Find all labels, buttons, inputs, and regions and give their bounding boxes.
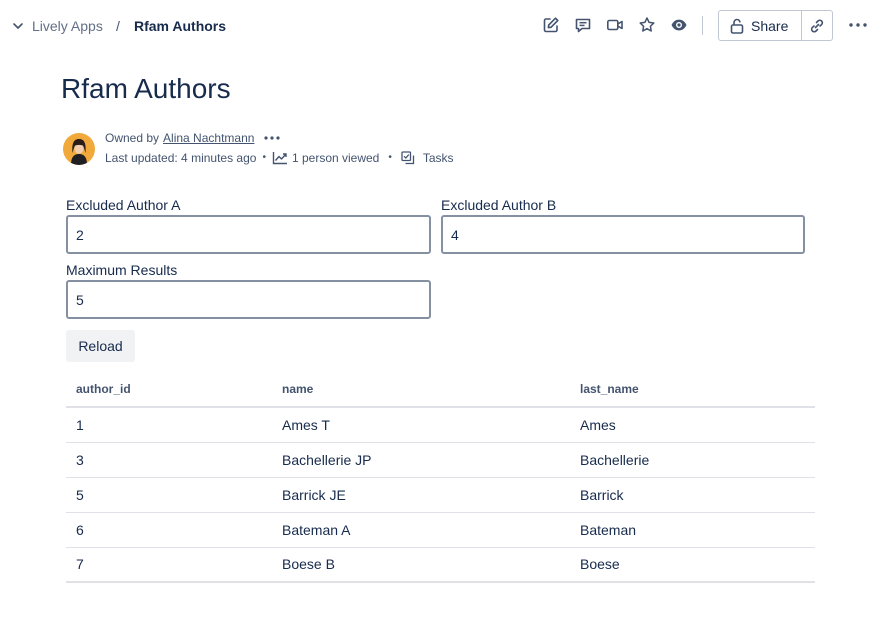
cell-author-id: 3 xyxy=(66,442,272,478)
cell-last-name: Bateman xyxy=(570,512,815,548)
cell-author-id: 5 xyxy=(66,477,272,513)
page-title: Rfam Authors xyxy=(61,73,231,104)
byline-owner: Owned by Alina Nachtmann xyxy=(105,130,281,146)
owned-by-label: Owned by xyxy=(105,131,160,145)
cell-name: Bachellerie JP xyxy=(272,442,570,478)
toolbar-divider xyxy=(702,16,703,35)
results-table: author_id name last_name 1 Ames T Ames 3… xyxy=(66,372,815,583)
breadcrumb-separator: / xyxy=(116,18,120,34)
edit-icon[interactable] xyxy=(541,15,561,35)
page-views[interactable]: 1 person viewed xyxy=(272,150,379,166)
video-icon[interactable] xyxy=(605,15,625,35)
cell-name: Barrick JE xyxy=(272,477,570,513)
watch-icon[interactable] xyxy=(669,15,689,35)
cell-name: Boese B xyxy=(272,547,570,583)
separator-dot: • xyxy=(262,152,266,163)
lock-icon xyxy=(730,18,744,34)
analytics-icon xyxy=(272,151,288,165)
share-button[interactable]: Share xyxy=(718,10,802,41)
copy-link-button[interactable] xyxy=(801,10,833,41)
cell-last-name: Bachellerie xyxy=(570,442,815,478)
cell-last-name: Ames xyxy=(570,407,815,443)
chevron-down-icon[interactable] xyxy=(11,19,25,33)
cell-author-id: 6 xyxy=(66,512,272,548)
last-updated: Last updated: 4 minutes ago xyxy=(105,151,257,165)
column-header[interactable]: name xyxy=(272,372,570,408)
share-label: Share xyxy=(751,17,789,34)
cell-name: Ames T xyxy=(272,407,570,443)
excluded-author-b-label: Excluded Author B xyxy=(441,197,557,213)
star-icon[interactable] xyxy=(637,15,657,35)
table-row: 7 Boese B Boese xyxy=(66,547,815,583)
breadcrumb-space[interactable]: Lively Apps xyxy=(32,17,103,35)
breadcrumb-page[interactable]: Rfam Authors xyxy=(134,17,226,35)
excluded-author-b-input[interactable] xyxy=(441,215,805,254)
cell-author-id: 1 xyxy=(66,407,272,443)
maximum-results-label: Maximum Results xyxy=(66,262,178,278)
reload-button[interactable]: Reload xyxy=(66,330,135,362)
avatar[interactable] xyxy=(63,133,95,165)
cell-name: Bateman A xyxy=(272,512,570,548)
top-bar: Lively Apps / Rfam Authors Share xyxy=(0,0,882,52)
separator-dot: • xyxy=(388,152,392,163)
owner-link[interactable]: Alina Nachtmann xyxy=(163,130,254,146)
table-row: 6 Bateman A Bateman xyxy=(66,512,815,548)
excluded-author-a-label: Excluded Author A xyxy=(66,197,181,213)
table-row: 5 Barrick JE Barrick xyxy=(66,477,815,513)
cell-author-id: 7 xyxy=(66,547,272,583)
excluded-author-a-input[interactable] xyxy=(66,215,431,254)
cell-last-name: Barrick xyxy=(570,477,815,513)
tasks-label: Tasks xyxy=(422,151,454,165)
byline-more-icon[interactable] xyxy=(263,135,281,141)
table-header-row: author_id name last_name xyxy=(66,372,815,408)
maximum-results-input[interactable] xyxy=(66,280,431,319)
link-icon xyxy=(809,18,825,34)
byline-meta: Last updated: 4 minutes ago • 1 person v… xyxy=(105,150,454,166)
table-row: 3 Bachellerie JP Bachellerie xyxy=(66,442,815,478)
table-row: 1 Ames T Ames xyxy=(66,407,815,443)
tasks-icon xyxy=(401,151,415,165)
more-icon[interactable] xyxy=(846,15,870,35)
column-header[interactable]: author_id xyxy=(66,372,272,408)
views-count: 1 person viewed xyxy=(291,151,380,165)
comment-icon[interactable] xyxy=(573,15,593,35)
tasks-link[interactable]: Tasks xyxy=(401,150,454,166)
cell-last-name: Boese xyxy=(570,547,815,583)
column-header[interactable]: last_name xyxy=(570,372,815,408)
